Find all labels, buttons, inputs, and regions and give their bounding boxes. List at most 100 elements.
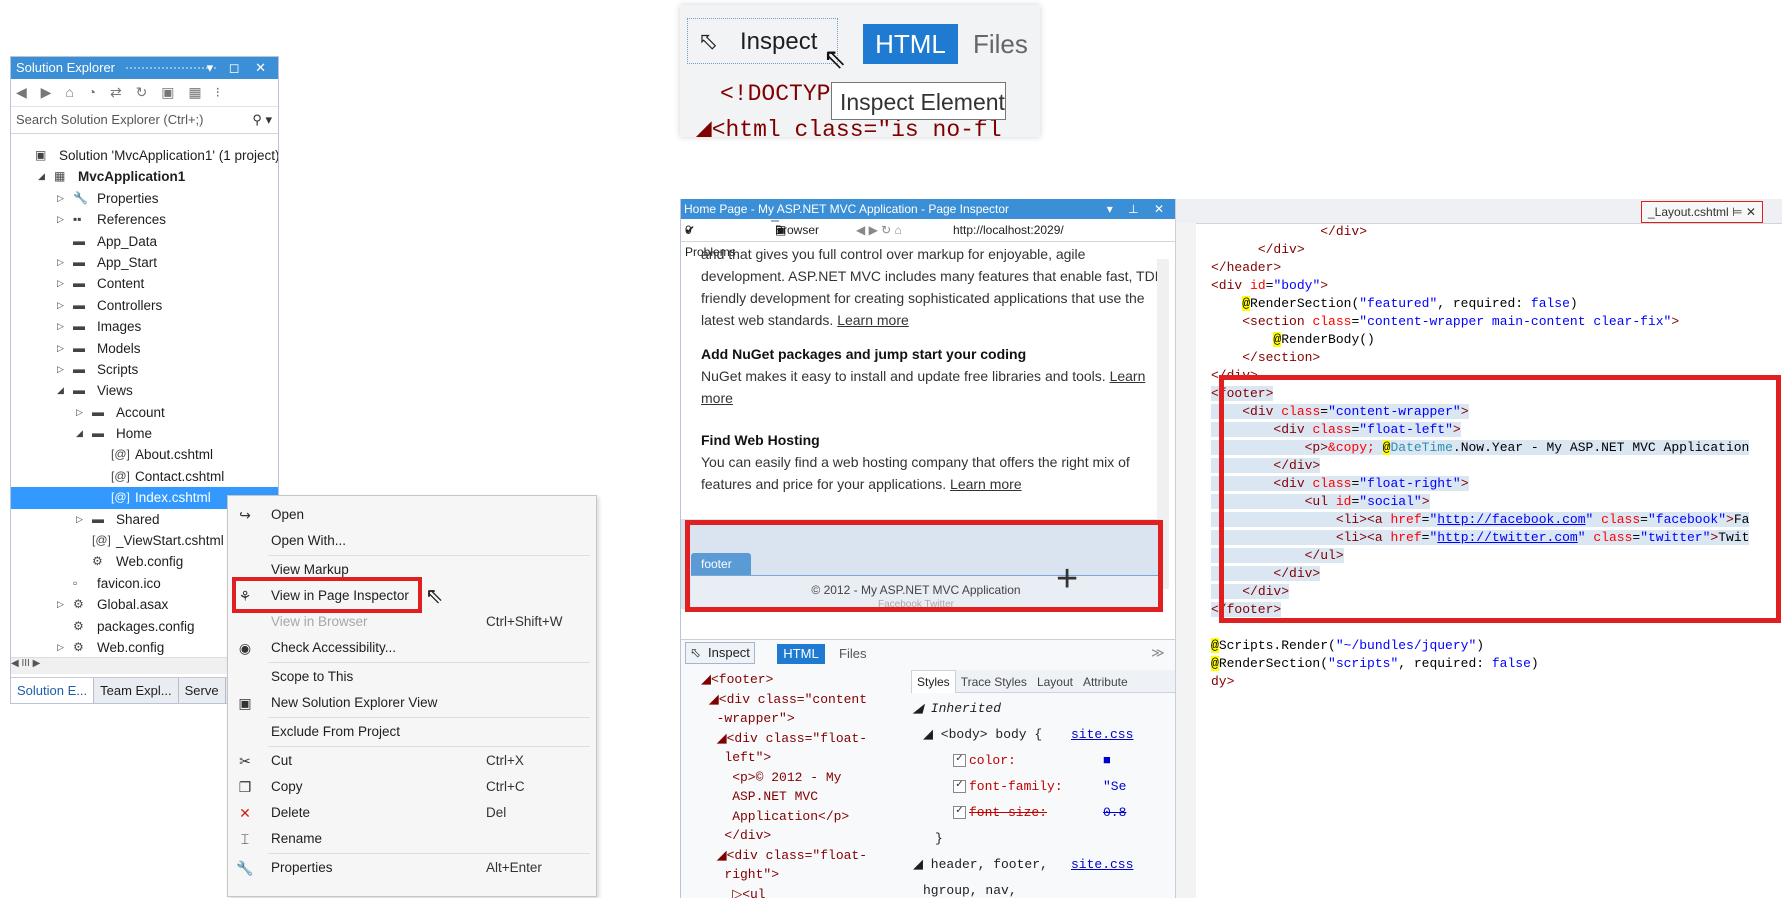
- tree-item[interactable]: ▷ ▬ Content: [11, 273, 278, 294]
- menu-item[interactable]: Exclude From Project: [228, 719, 596, 745]
- collapsed-arrow-icon[interactable]: ▷: [57, 338, 64, 359]
- dom-node[interactable]: ◢<footer>: [701, 670, 876, 690]
- tab-0[interactable]: Solution E...: [11, 678, 95, 703]
- search-icon[interactable]: ⚲ ▾: [252, 107, 272, 133]
- property-checkbox[interactable]: ✓: [953, 806, 966, 820]
- tree-item[interactable]: ▷ ▬ Controllers: [11, 295, 278, 316]
- collapsed-arrow-icon[interactable]: ▷: [57, 359, 64, 380]
- tree-item[interactable]: [@] About.cshtml: [11, 444, 278, 465]
- collapsed-arrow-icon[interactable]: ▷: [57, 594, 64, 615]
- dom-node[interactable]: Application</p>: [701, 807, 876, 827]
- menu-item-label: Copy: [271, 779, 303, 794]
- collapsed-arrow-icon[interactable]: ▷: [57, 188, 64, 209]
- tab-1[interactable]: Team Expl...: [94, 678, 179, 703]
- tree-item[interactable]: ▬ App_Data: [11, 231, 278, 252]
- browser-button[interactable]: ▣ Browser: [771, 220, 819, 237]
- learn-more-link[interactable]: Learn more: [950, 476, 1022, 492]
- tree-item[interactable]: ◢ ▦ MvcApplication1: [11, 166, 278, 187]
- collapsed-arrow-icon[interactable]: ▷: [57, 637, 64, 658]
- property-checkbox[interactable]: ✓: [953, 754, 966, 768]
- style-row[interactable]: ✓ color: ■: [913, 748, 1153, 774]
- nav-buttons[interactable]: ◀ ▶ ↻ ⌂: [856, 219, 902, 241]
- tree-item[interactable]: ▣ Solution 'MvcApplication1' (1 project): [11, 145, 278, 166]
- learn-more-link[interactable]: Learn more: [837, 312, 909, 328]
- expanded-arrow-icon[interactable]: ◢: [76, 423, 83, 444]
- pin-close-icons[interactable]: ⊨ ✕: [1732, 205, 1756, 219]
- stylesheet-link[interactable]: site.css: [1071, 722, 1133, 748]
- style-row[interactable]: hgroup, nav,: [913, 878, 1153, 898]
- expanded-arrow-icon[interactable]: ◢: [57, 380, 64, 401]
- style-row[interactable]: ✓ font-family: "Se: [913, 774, 1153, 800]
- dom-node[interactable]: -wrapper">: [701, 709, 876, 729]
- dom-node[interactable]: left">: [701, 748, 876, 768]
- tree-item[interactable]: ▷ ▪▪ References: [11, 209, 278, 230]
- url-field[interactable]: http://localhost:2029/: [953, 219, 1064, 241]
- property-checkbox[interactable]: ✓: [953, 780, 966, 794]
- dom-node[interactable]: ◢<div class="float-: [701, 846, 876, 866]
- menu-item[interactable]: ⌶ Rename: [228, 826, 596, 852]
- dom-node[interactable]: ◢<div class="float-: [701, 729, 876, 749]
- menu-item[interactable]: ✂ Cut Ctrl+X: [228, 748, 596, 774]
- style-row[interactable]: }: [913, 826, 1153, 852]
- style-text: }: [935, 831, 943, 846]
- collapsed-arrow-icon[interactable]: ▷: [57, 273, 64, 294]
- menu-item[interactable]: Scope to This: [228, 664, 596, 690]
- collapsed-arrow-icon[interactable]: ▷: [76, 402, 83, 423]
- collapsed-arrow-icon[interactable]: ▷: [57, 316, 64, 337]
- collapsed-arrow-icon[interactable]: ▷: [57, 252, 64, 273]
- window-controls[interactable]: ▾ ◻ ✕: [207, 57, 272, 79]
- dom-node[interactable]: ◢<div class="content: [701, 690, 876, 710]
- menu-item[interactable]: 🔧 Properties Alt+Enter: [228, 855, 596, 881]
- tree-item[interactable]: ◢ ▬ Views: [11, 380, 278, 401]
- solution-explorer-toolbar[interactable]: ◀ ▶ ⌂ ◔ ⇄ ↻ ▣ ▦ ⁝: [11, 79, 278, 107]
- dom-node[interactable]: </div>: [701, 826, 876, 846]
- collapsed-arrow-icon[interactable]: ▷: [57, 209, 64, 230]
- dom-node[interactable]: ▷<ul: [701, 885, 876, 898]
- tree-item-label: References: [97, 212, 167, 228]
- collapsed-arrow-icon[interactable]: ▷: [76, 509, 83, 530]
- tree-item[interactable]: ▷ ▬ Models: [11, 338, 278, 359]
- tree-item[interactable]: ▷ ▬ Images: [11, 316, 278, 337]
- tree-item[interactable]: ▷ 🔧 Properties: [11, 188, 278, 209]
- tree-item[interactable]: ▷ ▬ Scripts: [11, 359, 278, 380]
- expand-chevron-icon[interactable]: ≫: [1151, 640, 1165, 666]
- style-tab[interactable]: Trace Styles: [956, 671, 1032, 693]
- stylesheet-link[interactable]: site.css: [1071, 852, 1133, 878]
- style-row[interactable]: ◢ Inherited: [913, 696, 1153, 722]
- page-inspector-title: Home Page - My ASP.NET MVC Application -…: [684, 202, 1010, 216]
- tab-2[interactable]: Serve: [179, 678, 226, 703]
- menu-item-shortcut: Ctrl+X: [486, 753, 524, 768]
- title-grip[interactable]: [126, 67, 216, 69]
- tab-html[interactable]: HTML: [777, 644, 825, 664]
- menu-item[interactable]: ❐ Copy Ctrl+C: [228, 774, 596, 800]
- menu-item[interactable]: ▣ New Solution Explorer View: [228, 690, 596, 716]
- tree-item[interactable]: [@] Contact.cshtml: [11, 466, 278, 487]
- style-row[interactable]: ◢ <body> body {site.css: [913, 722, 1153, 748]
- dom-node[interactable]: ASP.NET MVC: [701, 787, 876, 807]
- style-tab[interactable]: Layout: [1032, 671, 1078, 693]
- menu-item[interactable]: Open With...: [228, 528, 596, 554]
- tree-item[interactable]: ▷ ▬ Account: [11, 402, 278, 423]
- window-controls[interactable]: ▾ ⊥ ✕: [1107, 199, 1170, 219]
- dom-node[interactable]: <p>© 2012 - My: [701, 768, 876, 788]
- style-row[interactable]: ◢ header, footer, site.css: [913, 852, 1153, 878]
- inspect-button[interactable]: ⬁ Inspect: [685, 642, 755, 664]
- menu-item[interactable]: ◉ Check Accessibility...: [228, 635, 596, 661]
- tree-item[interactable]: ▷ ▬ App_Start: [11, 252, 278, 273]
- style-row[interactable]: ✓ font-size: 0.8: [913, 800, 1153, 826]
- tree-item[interactable]: ◢ ▬ Home: [11, 423, 278, 444]
- inspect-button[interactable]: ⬁ Inspect: [687, 18, 838, 64]
- code-editor: _Layout.cshtml ⊨ ✕ </div> </div> </heade…: [1175, 199, 1782, 898]
- dom-node[interactable]: right">: [701, 865, 876, 885]
- tab-files[interactable]: Files: [973, 24, 1028, 64]
- tab-layout-cshtml[interactable]: _Layout.cshtml ⊨ ✕: [1641, 201, 1763, 223]
- tab-html[interactable]: HTML: [863, 24, 958, 64]
- menu-item[interactable]: ✕ Delete Del: [228, 800, 596, 826]
- search-input[interactable]: Search Solution Explorer (Ctrl+;) ⚲ ▾: [11, 107, 278, 134]
- tab-files[interactable]: Files: [839, 644, 866, 664]
- collapsed-arrow-icon[interactable]: ▷: [57, 295, 64, 316]
- style-tab[interactable]: Attribute: [1078, 671, 1133, 693]
- expanded-arrow-icon[interactable]: ◢: [38, 166, 45, 187]
- menu-item[interactable]: ↪ Open: [228, 502, 596, 528]
- style-tab[interactable]: Styles: [911, 670, 956, 693]
